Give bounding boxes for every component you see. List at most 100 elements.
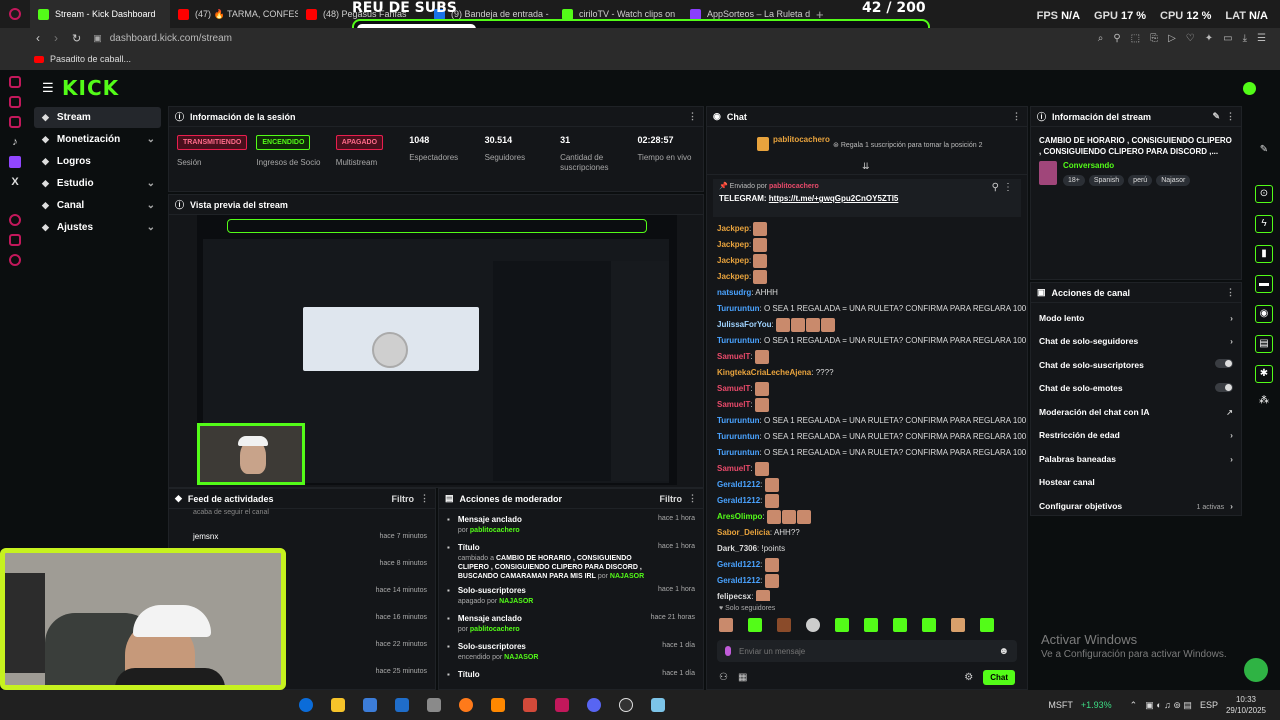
stream-tag[interactable]: Spanish (1088, 175, 1125, 186)
collapse-icon[interactable]: ⇊ (862, 161, 870, 172)
emote-icon[interactable] (893, 618, 907, 632)
heart-icon[interactable]: ♡ (1186, 33, 1195, 44)
toggle-switch[interactable] (1215, 359, 1233, 369)
emoji-icon[interactable]: ☻ (998, 646, 1009, 657)
chat-send-button[interactable]: Chat (983, 670, 1015, 685)
channel-action-item[interactable]: Palabras baneadas › (1031, 447, 1241, 471)
extensions-icon[interactable]: ✦ (1205, 33, 1213, 44)
folder-icon[interactable] (9, 234, 21, 246)
chat-message[interactable]: Tururuntun: O SEA 1 REGALADA = UNA RULET… (707, 333, 1027, 349)
chat-username[interactable]: Dark_7306 (717, 544, 757, 553)
more-icon[interactable]: ⋮ (688, 493, 697, 504)
chat-message[interactable]: KingtekaCriaLecheAjena: ???? (707, 365, 1027, 381)
back-icon[interactable]: ‹ (36, 31, 40, 45)
app-icon[interactable] (523, 698, 537, 712)
firefox-icon[interactable] (459, 698, 473, 712)
share-icon[interactable]: ⎘ (1150, 33, 1158, 44)
category-name[interactable]: Conversando (1063, 161, 1194, 170)
app-icon[interactable] (427, 698, 441, 712)
forward-icon[interactable]: › (54, 31, 58, 45)
filter-button[interactable]: Filtro (660, 494, 683, 504)
folder-icon[interactable]: ▭ (1223, 33, 1232, 44)
chat-username[interactable]: Jackpep (717, 224, 749, 233)
mod-action-row[interactable]: ▪ Título cambiado a CAMBIO DE HORARIO , CO… (439, 543, 703, 581)
obs-icon[interactable] (619, 698, 633, 712)
chat-message[interactable]: SamuelT: (707, 381, 1027, 397)
chat-input[interactable] (739, 646, 991, 656)
more-icon[interactable]: ⋮ (688, 111, 697, 122)
emote-icon[interactable] (719, 618, 733, 632)
chat-message[interactable]: Tururuntun: O SEA 1 REGALADA = UNA RULET… (707, 445, 1027, 461)
chat-message[interactable]: Gerald1212: (707, 557, 1027, 573)
app-icon[interactable] (651, 698, 665, 712)
outlook-icon[interactable] (395, 698, 409, 712)
stock-ticker[interactable]: MSFT (1048, 700, 1073, 710)
emote-icon[interactable] (980, 618, 994, 632)
chat-message[interactable]: felipecsx: (707, 589, 1027, 601)
calendar-icon[interactable]: ▦ (738, 672, 747, 683)
add-widget-icon[interactable]: ⁂ (1259, 395, 1269, 406)
chat-message[interactable]: Gerald1212: (707, 477, 1027, 493)
hamburger-icon[interactable]: ☰ (42, 80, 54, 96)
chat-username[interactable]: felipecsx (717, 592, 751, 601)
settings-icon[interactable]: ⚙ (964, 672, 973, 683)
chat-message[interactable]: Jackpep: (707, 237, 1027, 253)
broadcast-icon[interactable]: ◉ (1255, 305, 1273, 323)
kick-logo[interactable]: KICK (62, 76, 119, 100)
language-indicator[interactable]: ESP (1200, 700, 1218, 710)
channel-action-item[interactable]: Chat de solo-emotes (1031, 377, 1241, 401)
chat-username[interactable]: Sabor_Delicia (717, 528, 770, 537)
chat-message[interactable]: natsudrg: AHHH (707, 285, 1027, 301)
emote-icon[interactable] (777, 618, 791, 632)
chat-message[interactable]: Jackpep: (707, 269, 1027, 285)
message-icon[interactable]: ▬ (1255, 275, 1273, 293)
bolt-icon[interactable]: ϟ (1255, 215, 1273, 233)
chat-username[interactable]: Gerald1212 (717, 576, 760, 585)
chat-message[interactable]: JulissaForYou: (707, 317, 1027, 333)
toggle-switch[interactable] (1215, 382, 1233, 392)
mod-action-row[interactable]: ▪ Solo-suscriptores encendido por NAJASOR h… (439, 642, 703, 662)
help-chat-button[interactable] (1244, 658, 1268, 682)
nav-item-monetización[interactable]: ◆ Monetización ⌄ (34, 129, 161, 150)
chat-username[interactable]: natsudrg (717, 288, 751, 297)
opera-icon[interactable] (555, 698, 569, 712)
tray-chevron-icon[interactable]: ⌃ (1130, 700, 1138, 711)
chat-username[interactable]: Jackpep (717, 240, 749, 249)
chat-message[interactable]: SamuelT: (707, 461, 1027, 477)
channel-action-item[interactable]: Restricción de edad › (1031, 424, 1241, 448)
stream-tag[interactable]: perú (1128, 175, 1153, 186)
reload-icon[interactable]: ↻ (72, 32, 81, 45)
mic-icon[interactable] (725, 646, 731, 656)
browser-menu-icon[interactable] (0, 8, 30, 20)
tv-icon[interactable]: ▤ (1255, 335, 1273, 353)
nav-item-logros[interactable]: ◆ Logros (34, 151, 161, 172)
chat-message[interactable]: Sabor_Delicia: AHH?? (707, 525, 1027, 541)
clock[interactable]: 10:33 29/10/2025 (1226, 694, 1266, 716)
chat-message[interactable]: SamuelT: (707, 349, 1027, 365)
x-icon[interactable]: X (11, 176, 18, 188)
discord-icon[interactable] (587, 698, 601, 712)
more-icon[interactable]: ⋮ (1226, 287, 1235, 298)
url-field[interactable]: dashboard.kick.com/stream (110, 33, 232, 44)
chat-message[interactable]: Tururuntun: O SEA 1 REGALADA = UNA RULET… (707, 301, 1027, 317)
more-icon[interactable]: ⋮ (1003, 182, 1013, 193)
chat-message[interactable]: AresOlimpo: (707, 509, 1027, 525)
chat-username[interactable]: Gerald1212 (717, 480, 760, 489)
site-info-icon[interactable]: ▣ (93, 33, 102, 44)
emote-icon[interactable] (806, 618, 820, 632)
chat-message[interactable]: SamuelT: (707, 397, 1027, 413)
mod-action-row[interactable]: ▪ Solo-suscriptores apagado por NAJASOR hac… (439, 586, 703, 606)
file-explorer-icon[interactable] (331, 698, 345, 712)
tiktok-icon[interactable]: ♪ (12, 136, 18, 148)
nav-item-stream[interactable]: ◆ Stream (34, 107, 161, 128)
chat-username[interactable]: Jackpep (717, 272, 749, 281)
more-icon[interactable]: ⋮ (1012, 111, 1021, 122)
bookmark-item[interactable]: Pasadito de caball... (50, 54, 131, 64)
store-icon[interactable] (363, 698, 377, 712)
gear-icon[interactable] (9, 254, 21, 266)
nav-item-ajustes[interactable]: ◆ Ajustes ⌄ (34, 217, 161, 238)
more-icon[interactable]: ⋮ (1226, 111, 1235, 122)
channel-action-item[interactable]: Hostear canal (1031, 471, 1241, 495)
filter-button[interactable]: Filtro (392, 494, 415, 504)
nav-item-canal[interactable]: ◆ Canal ⌄ (34, 195, 161, 216)
